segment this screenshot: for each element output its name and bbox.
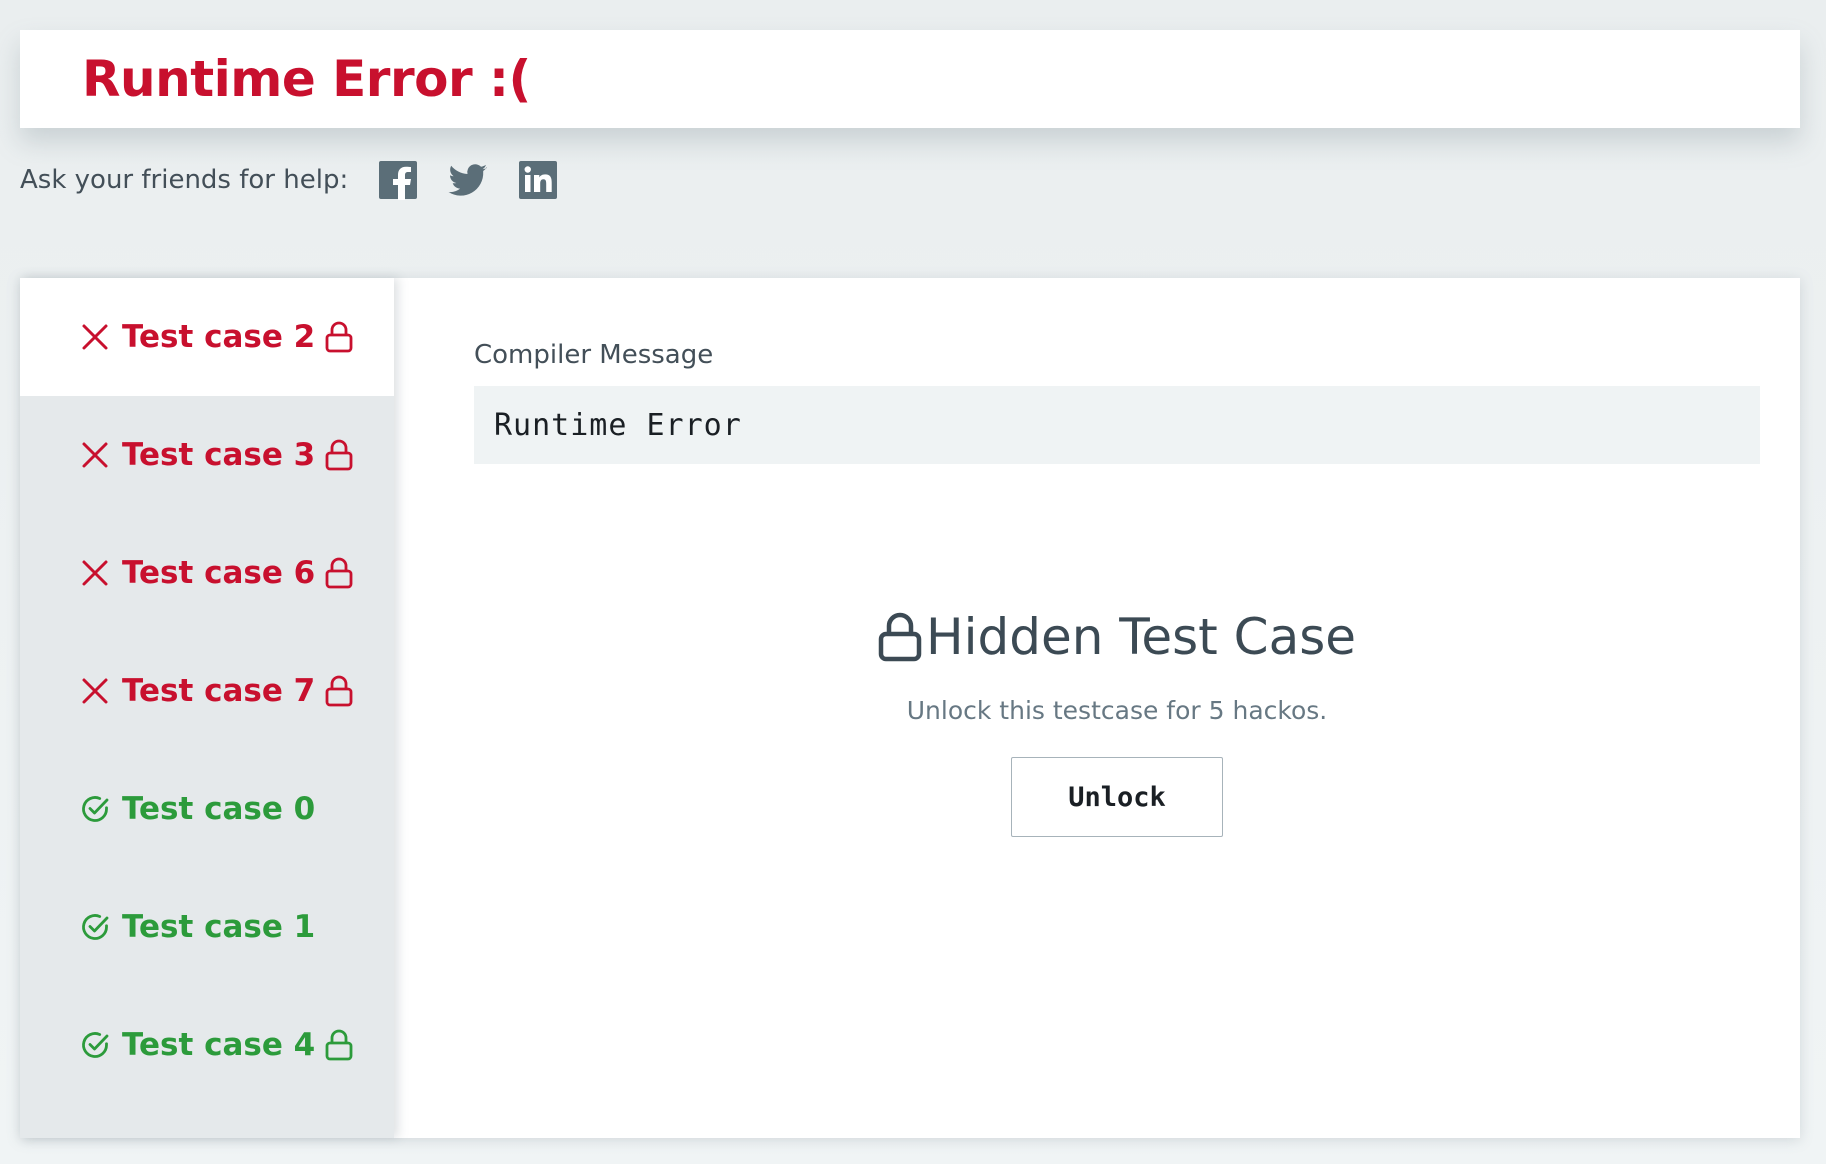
hidden-test-case-title: Hidden Test Case — [925, 608, 1357, 666]
share-bar: Ask your friends for help: — [20, 158, 588, 202]
lock-icon — [325, 557, 353, 589]
tab-test-case-4[interactable]: Test case 4 — [20, 986, 394, 1104]
tab-label: Test case 1 — [122, 909, 316, 945]
tab-label: Test case 3 — [122, 437, 316, 473]
linkedin-icon[interactable] — [518, 160, 558, 200]
compiler-message-text: Runtime Error — [494, 407, 742, 443]
tab-label: Test case 7 — [122, 673, 316, 709]
results-panel: Test case 2 Test case 3 Test case 6 Test… — [20, 278, 1800, 1138]
hidden-test-case: Hidden Test Case Unlock this testcase fo… — [474, 608, 1760, 837]
lock-icon — [878, 612, 922, 662]
tab-label: Test case 4 — [122, 1027, 316, 1063]
compiler-message-box: Runtime Error — [474, 386, 1760, 464]
page-title: Runtime Error :( — [82, 50, 531, 108]
fail-x-icon — [82, 678, 108, 704]
hidden-title-row: Hidden Test Case — [878, 608, 1356, 666]
pass-check-icon — [82, 796, 109, 822]
pass-check-icon — [82, 914, 109, 940]
facebook-icon[interactable] — [378, 160, 418, 200]
fail-x-icon — [82, 324, 108, 350]
fail-x-icon — [82, 560, 108, 586]
fail-x-icon — [82, 442, 108, 468]
tab-test-case-6[interactable]: Test case 6 — [20, 514, 394, 632]
tab-label: Test case 2 — [122, 319, 316, 355]
tab-test-case-3[interactable]: Test case 3 — [20, 396, 394, 514]
tab-test-case-7[interactable]: Test case 7 — [20, 632, 394, 750]
result-header: Runtime Error :( — [20, 30, 1800, 128]
tab-test-case-1[interactable]: Test case 1 — [20, 868, 394, 986]
lock-icon — [325, 439, 353, 471]
lock-icon — [325, 1029, 353, 1061]
compiler-message-label: Compiler Message — [474, 340, 714, 370]
test-case-list: Test case 2 Test case 3 Test case 6 Test… — [20, 278, 394, 1138]
test-case-detail: Compiler Message Runtime Error Hidden Te… — [394, 278, 1800, 1138]
twitter-icon[interactable] — [448, 160, 488, 200]
tab-test-case-2[interactable]: Test case 2 — [20, 278, 394, 396]
tab-label: Test case 0 — [122, 791, 316, 827]
unlock-description: Unlock this testcase for 5 hackos. — [906, 696, 1328, 725]
tab-label: Test case 6 — [122, 555, 316, 591]
pass-check-icon — [82, 1032, 109, 1058]
unlock-button[interactable]: Unlock — [1011, 757, 1223, 837]
tab-test-case-0[interactable]: Test case 0 — [20, 750, 394, 868]
lock-icon — [325, 321, 353, 353]
lock-icon — [325, 675, 353, 707]
share-label: Ask your friends for help: — [20, 165, 349, 195]
